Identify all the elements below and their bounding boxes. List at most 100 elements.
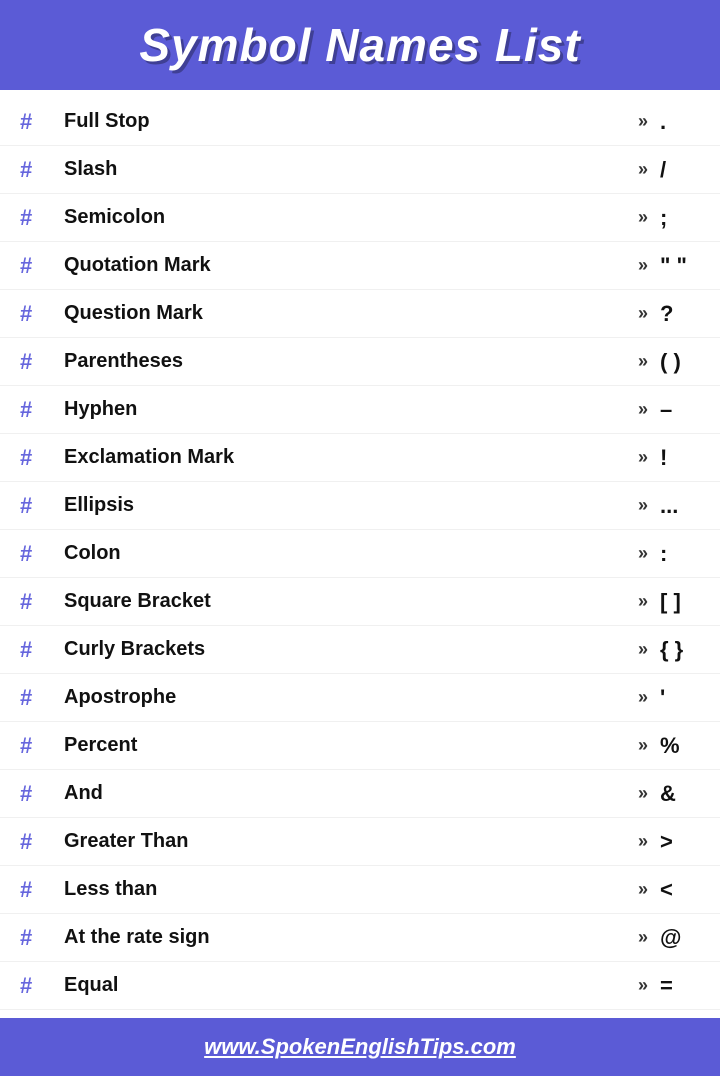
hash-icon: #: [20, 493, 56, 519]
hash-icon: #: [20, 397, 56, 423]
list-item: # Curly Brackets» { }: [0, 626, 720, 674]
hash-icon: #: [20, 445, 56, 471]
symbol-value: " ": [660, 253, 700, 279]
arrow-icon: »: [638, 399, 648, 420]
list-item: # Quotation Mark» " ": [0, 242, 720, 290]
hash-icon: #: [20, 157, 56, 183]
item-name: Quotation Mark: [64, 254, 638, 277]
list-item: # Greater Than» >: [0, 818, 720, 866]
symbol-value: &: [660, 781, 700, 807]
arrow-icon: »: [638, 207, 648, 228]
list-item: # Question Mark»?: [0, 290, 720, 338]
item-name: Semicolon: [64, 206, 638, 229]
arrow-icon: »: [638, 639, 648, 660]
list-item: # Ellipsis»...: [0, 482, 720, 530]
item-name: Hyphen: [64, 398, 638, 421]
hash-icon: #: [20, 205, 56, 231]
symbol-value: /: [660, 157, 700, 183]
arrow-icon: »: [638, 879, 648, 900]
symbol-value: [ ]: [660, 589, 700, 615]
symbol-value: ': [660, 685, 700, 711]
symbol-value: %: [660, 733, 700, 759]
hash-icon: #: [20, 973, 56, 999]
item-name: Ellipsis: [64, 494, 638, 517]
hash-icon: #: [20, 541, 56, 567]
arrow-icon: »: [638, 975, 648, 996]
symbol-value: >: [660, 829, 700, 855]
list-item: # Apostrophe» ': [0, 674, 720, 722]
symbol-value: –: [660, 397, 700, 423]
hash-icon: #: [20, 877, 56, 903]
hash-icon: #: [20, 349, 56, 375]
arrow-icon: »: [638, 303, 648, 324]
hash-icon: #: [20, 589, 56, 615]
symbol-value: ...: [660, 493, 700, 519]
symbol-value: :: [660, 541, 700, 567]
symbol-value: ;: [660, 205, 700, 231]
list-item: # Full Stop».: [0, 98, 720, 146]
item-name: Exclamation Mark: [64, 446, 638, 469]
list-item: # Hyphen»–: [0, 386, 720, 434]
item-name: And: [64, 782, 638, 805]
arrow-icon: »: [638, 783, 648, 804]
arrow-icon: »: [638, 495, 648, 516]
hash-icon: #: [20, 685, 56, 711]
hash-icon: #: [20, 109, 56, 135]
page-header: Symbol Names List: [0, 0, 720, 90]
symbol-value: ?: [660, 301, 700, 327]
item-name: Full Stop: [64, 110, 638, 133]
arrow-icon: »: [638, 687, 648, 708]
item-name: Parentheses: [64, 350, 638, 373]
arrow-icon: »: [638, 351, 648, 372]
item-name: Square Bracket: [64, 590, 638, 613]
symbol-value: !: [660, 445, 700, 471]
arrow-icon: »: [638, 735, 648, 756]
website-link[interactable]: www.SpokenEnglishTips.com: [204, 1034, 516, 1059]
item-name: Colon: [64, 542, 638, 565]
list-item: # At the rate sign» @: [0, 914, 720, 962]
list-item: # Parentheses» ( ): [0, 338, 720, 386]
arrow-icon: »: [638, 591, 648, 612]
item-name: Equal: [64, 974, 638, 997]
page-footer: www.SpokenEnglishTips.com: [0, 1018, 720, 1076]
list-item: # And»&: [0, 770, 720, 818]
item-name: At the rate sign: [64, 926, 638, 949]
symbol-value: .: [660, 109, 700, 135]
arrow-icon: »: [638, 927, 648, 948]
hash-icon: #: [20, 925, 56, 951]
item-name: Less than: [64, 878, 638, 901]
item-name: Slash: [64, 158, 638, 181]
hash-icon: #: [20, 829, 56, 855]
arrow-icon: »: [638, 447, 648, 468]
list-item: # Semicolon»;: [0, 194, 720, 242]
item-name: Curly Brackets: [64, 638, 638, 661]
arrow-icon: »: [638, 831, 648, 852]
item-name: Apostrophe: [64, 686, 638, 709]
hash-icon: #: [20, 637, 56, 663]
list-item: # Percent»%: [0, 722, 720, 770]
arrow-icon: »: [638, 543, 648, 564]
symbol-value: <: [660, 877, 700, 903]
hash-icon: #: [20, 733, 56, 759]
item-name: Greater Than: [64, 830, 638, 853]
arrow-icon: »: [638, 159, 648, 180]
list-item: # Colon»:: [0, 530, 720, 578]
arrow-icon: »: [638, 255, 648, 276]
page-title: Symbol Names List: [24, 18, 696, 72]
item-name: Question Mark: [64, 302, 638, 325]
symbol-value: ( ): [660, 349, 700, 375]
symbol-value: =: [660, 973, 700, 999]
list-item: # Less than» <: [0, 866, 720, 914]
symbol-list: #Full Stop».#Slash»/#Semicolon»;#Quotati…: [0, 90, 720, 1018]
symbol-value: { }: [660, 637, 700, 663]
symbol-value: @: [660, 925, 700, 951]
list-item: # Equal» =: [0, 962, 720, 1010]
hash-icon: #: [20, 253, 56, 279]
list-item: # Slash» /: [0, 146, 720, 194]
list-item: # Exclamation Mark»!: [0, 434, 720, 482]
list-item: # Square Bracket» [ ]: [0, 578, 720, 626]
hash-icon: #: [20, 781, 56, 807]
arrow-icon: »: [638, 111, 648, 132]
hash-icon: #: [20, 301, 56, 327]
item-name: Percent: [64, 734, 638, 757]
